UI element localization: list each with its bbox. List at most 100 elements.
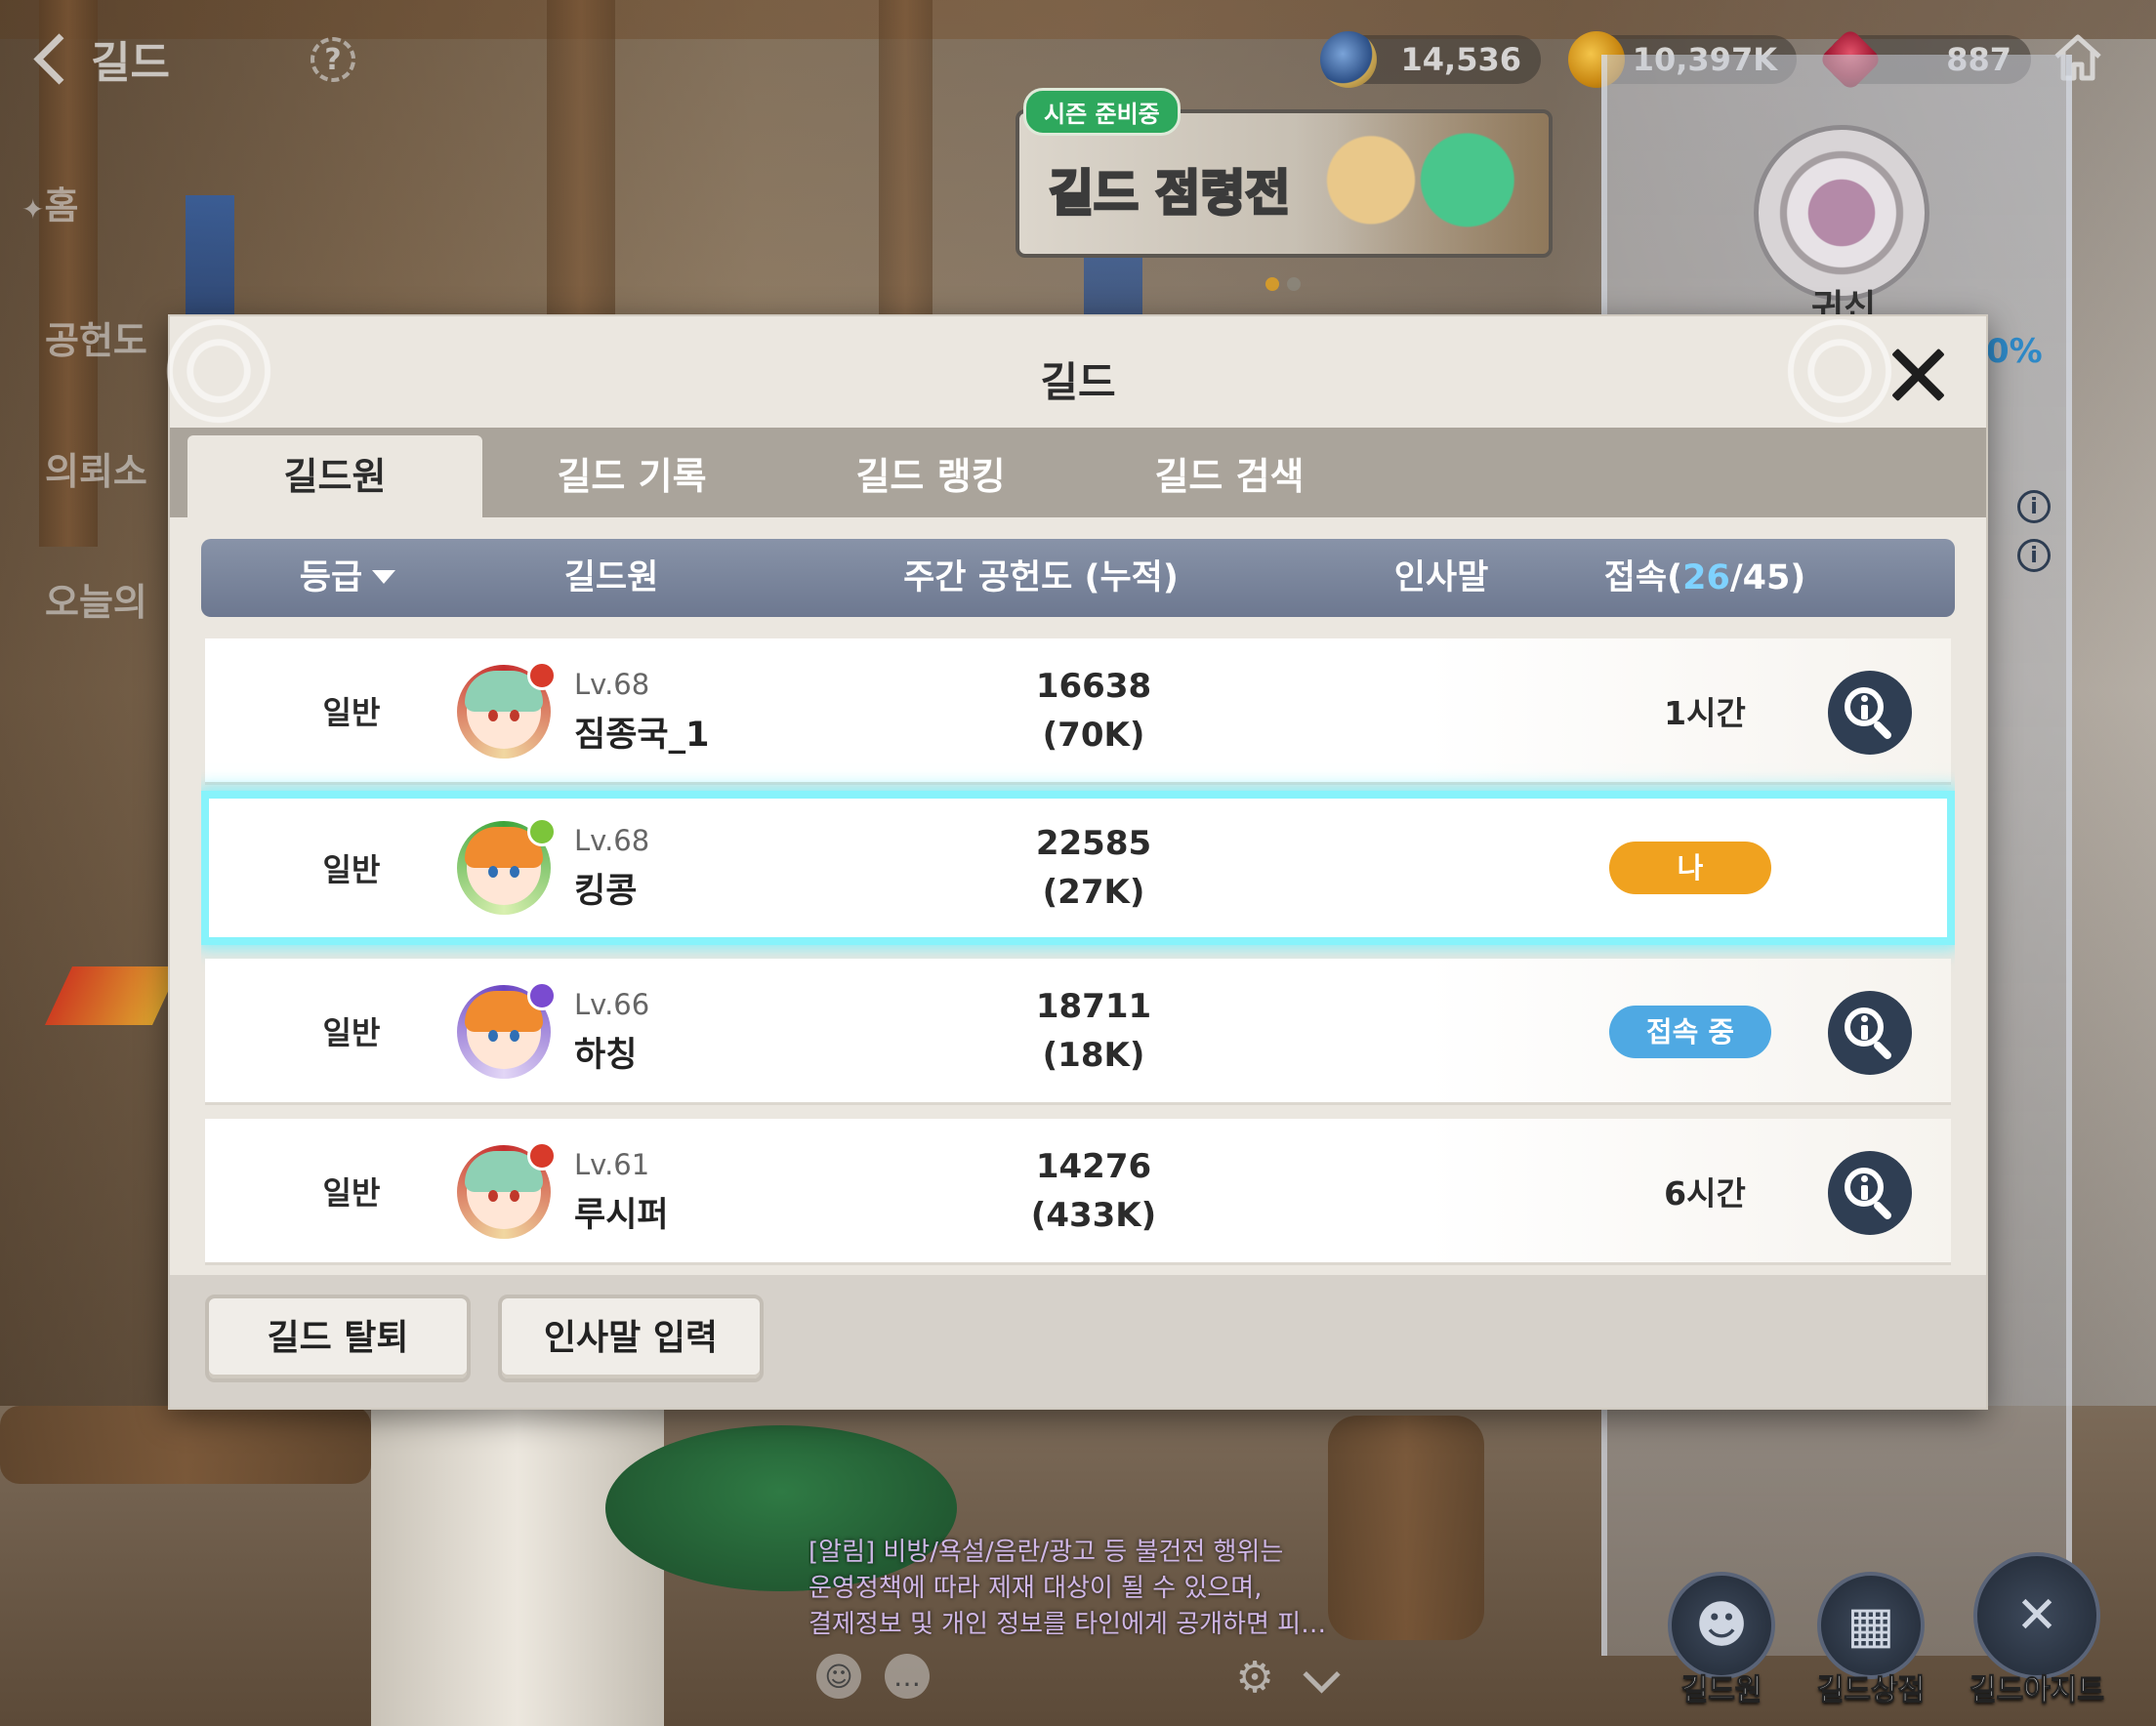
banner-page-indicator	[1265, 277, 1301, 291]
total-contribution: (27K)	[1042, 873, 1145, 912]
member-grade: 일반	[322, 1173, 381, 1212]
tab-guild-search[interactable]: 길드 검색	[1082, 435, 1377, 517]
notice-line: [알림] 비방/욕설/음란/광고 등 불건전 행위는	[808, 1538, 1284, 1567]
member-grade: 일반	[322, 1013, 381, 1051]
member-grade: 일반	[322, 693, 381, 731]
emoji-icon[interactable]: ☺	[816, 1654, 861, 1699]
connection-total: /45)	[1729, 558, 1806, 597]
bottom-nav-hideout[interactable]: ✕ 길드아지트	[1969, 1552, 2105, 1708]
currency-token-value: 14,536	[1400, 41, 1521, 78]
avatar	[457, 981, 557, 1079]
modal-title: 길드	[1040, 358, 1116, 406]
last-login: 1시간	[1664, 693, 1746, 732]
column-greeting: 인사말	[1393, 558, 1489, 597]
weekly-contribution: 18711	[1035, 986, 1152, 1026]
chat-bubble-icon[interactable]: …	[885, 1654, 930, 1699]
element-fire-icon	[527, 1141, 557, 1171]
member-contribution: 14276 (433K)	[937, 1119, 1250, 1262]
guild-modal: 길드 길드원 길드 기록 길드 랭킹 길드 검색 등급 길드원 주간 공헌도 (…	[160, 312, 1988, 1410]
element-dark-icon	[527, 981, 557, 1010]
total-contribution: (433K)	[1030, 1195, 1157, 1235]
globe-token-icon	[1320, 31, 1377, 88]
notice-line: 결제정보 및 개인 정보를 타인에게 공개하면 피…	[808, 1610, 1327, 1639]
greeting-input-button[interactable]: 인사말 입력	[498, 1294, 764, 1382]
gear-icon[interactable]: ⚙	[1232, 1656, 1277, 1701]
member-name: 루시퍼	[574, 1196, 669, 1235]
weekly-contribution: 16638	[1035, 666, 1152, 706]
self-badge: 나	[1609, 842, 1771, 894]
info-icon[interactable]: i	[2017, 539, 2051, 572]
guild-progress-percent: 0%	[1986, 332, 2043, 371]
member-list[interactable]: 일반 Lv.68 짐종국_1 16638 (70K) 1시간 일반 Lv.68 …	[201, 629, 1955, 1302]
column-contribution: 주간 공헌도 (누적)	[903, 558, 1179, 597]
column-connection: 접속(26/45)	[1568, 539, 1842, 617]
tab-guild-log[interactable]: 길드 기록	[484, 435, 779, 517]
member-info-button[interactable]	[1828, 671, 1912, 755]
event-characters-art	[1295, 113, 1549, 254]
side-menu-contribution[interactable]: 공헌도	[45, 310, 147, 364]
side-menu-request[interactable]: 의뢰소	[45, 441, 147, 495]
member-contribution: 18711 (18K)	[937, 959, 1250, 1102]
close-icon[interactable]	[1886, 344, 1949, 406]
guild-hideout-icon: ✕	[1973, 1552, 2100, 1679]
side-menu-home[interactable]: ✦홈	[21, 176, 78, 229]
guild-emblem-icon	[1754, 125, 1929, 301]
last-login: 6시간	[1664, 1173, 1746, 1212]
info-icon[interactable]: i	[2017, 490, 2051, 523]
table-row[interactable]: 일반 Lv.66 하칭 18711 (18K) 접속 중	[205, 959, 1951, 1105]
column-grade[interactable]: 등급	[250, 539, 445, 617]
element-fire-icon	[527, 661, 557, 690]
online-status-badge: 접속 중	[1609, 1006, 1771, 1058]
member-info-button[interactable]	[1828, 1151, 1912, 1235]
sort-down-icon	[372, 570, 396, 584]
member-level: Lv.68	[574, 824, 650, 857]
table-row[interactable]: 일반 Lv.61 루시퍼 14276 (433K) 6시간	[205, 1119, 1951, 1265]
notice-line: 운영정책에 따라 제재 대상이 될 수 있으며,	[808, 1574, 1263, 1603]
bottom-nav-members[interactable]: ☻ 길드원	[1663, 1572, 1780, 1708]
modal-footer: 길드 탈퇴 인사말 입력	[170, 1275, 1986, 1408]
back-arrow-icon	[33, 32, 85, 85]
side-menu-today[interactable]: 오늘의	[45, 572, 147, 626]
member-info-button[interactable]	[1828, 991, 1912, 1075]
online-count: 26	[1682, 558, 1730, 597]
member-name: 킹콩	[574, 872, 638, 911]
bottom-nav-label: 길드아지트	[1969, 1673, 2105, 1708]
total-contribution: (70K)	[1042, 715, 1145, 755]
tab-bar: 길드원 길드 기록 길드 랭킹 길드 검색	[170, 428, 1986, 517]
table-header: 등급 길드원 주간 공헌도 (누적) 인사말 접속(26/45)	[201, 539, 1955, 617]
side-menu-home-label: 홈	[44, 185, 79, 227]
element-wind-icon	[527, 817, 557, 846]
leave-guild-button[interactable]: 길드 탈퇴	[205, 1294, 471, 1382]
tab-guild-ranking[interactable]: 길드 랭킹	[783, 435, 1078, 517]
event-title: 길드 점령전	[1047, 164, 1291, 224]
weekly-contribution: 14276	[1035, 1146, 1152, 1186]
members-icon: ☻	[1668, 1572, 1775, 1679]
avatar	[457, 817, 557, 915]
chat-toolbar: ☺ …	[816, 1654, 930, 1699]
member-name: 짐종국_1	[574, 716, 710, 755]
connection-label: 접속(	[1603, 558, 1683, 597]
member-level: Lv.68	[574, 668, 650, 701]
bottom-nav-label: 길드상점	[1816, 1673, 1926, 1708]
avatar	[457, 661, 557, 759]
member-contribution: 16638 (70K)	[937, 638, 1250, 782]
column-member: 길드원	[563, 558, 659, 597]
table-row-self[interactable]: 일반 Lv.68 킹콩 22585 (27K) 나	[201, 791, 1955, 945]
member-grade: 일반	[322, 851, 381, 888]
weekly-contribution: 22585	[1035, 824, 1152, 863]
table-row[interactable]: 일반 Lv.68 짐종국_1 16638 (70K) 1시간	[205, 638, 1951, 785]
shop-basket-icon: ▦	[1817, 1572, 1925, 1679]
member-contribution: 22585 (27K)	[937, 799, 1250, 937]
avatar	[457, 1141, 557, 1239]
column-grade-label: 등급	[299, 558, 363, 597]
bottom-nav-shop[interactable]: ▦ 길드상점	[1812, 1572, 1929, 1708]
question-icon[interactable]: ?	[311, 37, 355, 82]
tab-members[interactable]: 길드원	[187, 435, 482, 517]
member-level: Lv.66	[574, 988, 650, 1021]
page-title: 길드	[91, 38, 170, 88]
total-contribution: (18K)	[1042, 1035, 1145, 1075]
currency-token: 14,536	[1320, 31, 1541, 88]
back-button[interactable]: 길드	[29, 27, 170, 90]
bottom-nav-label: 길드원	[1680, 1673, 1762, 1708]
member-level: Lv.61	[574, 1148, 650, 1181]
